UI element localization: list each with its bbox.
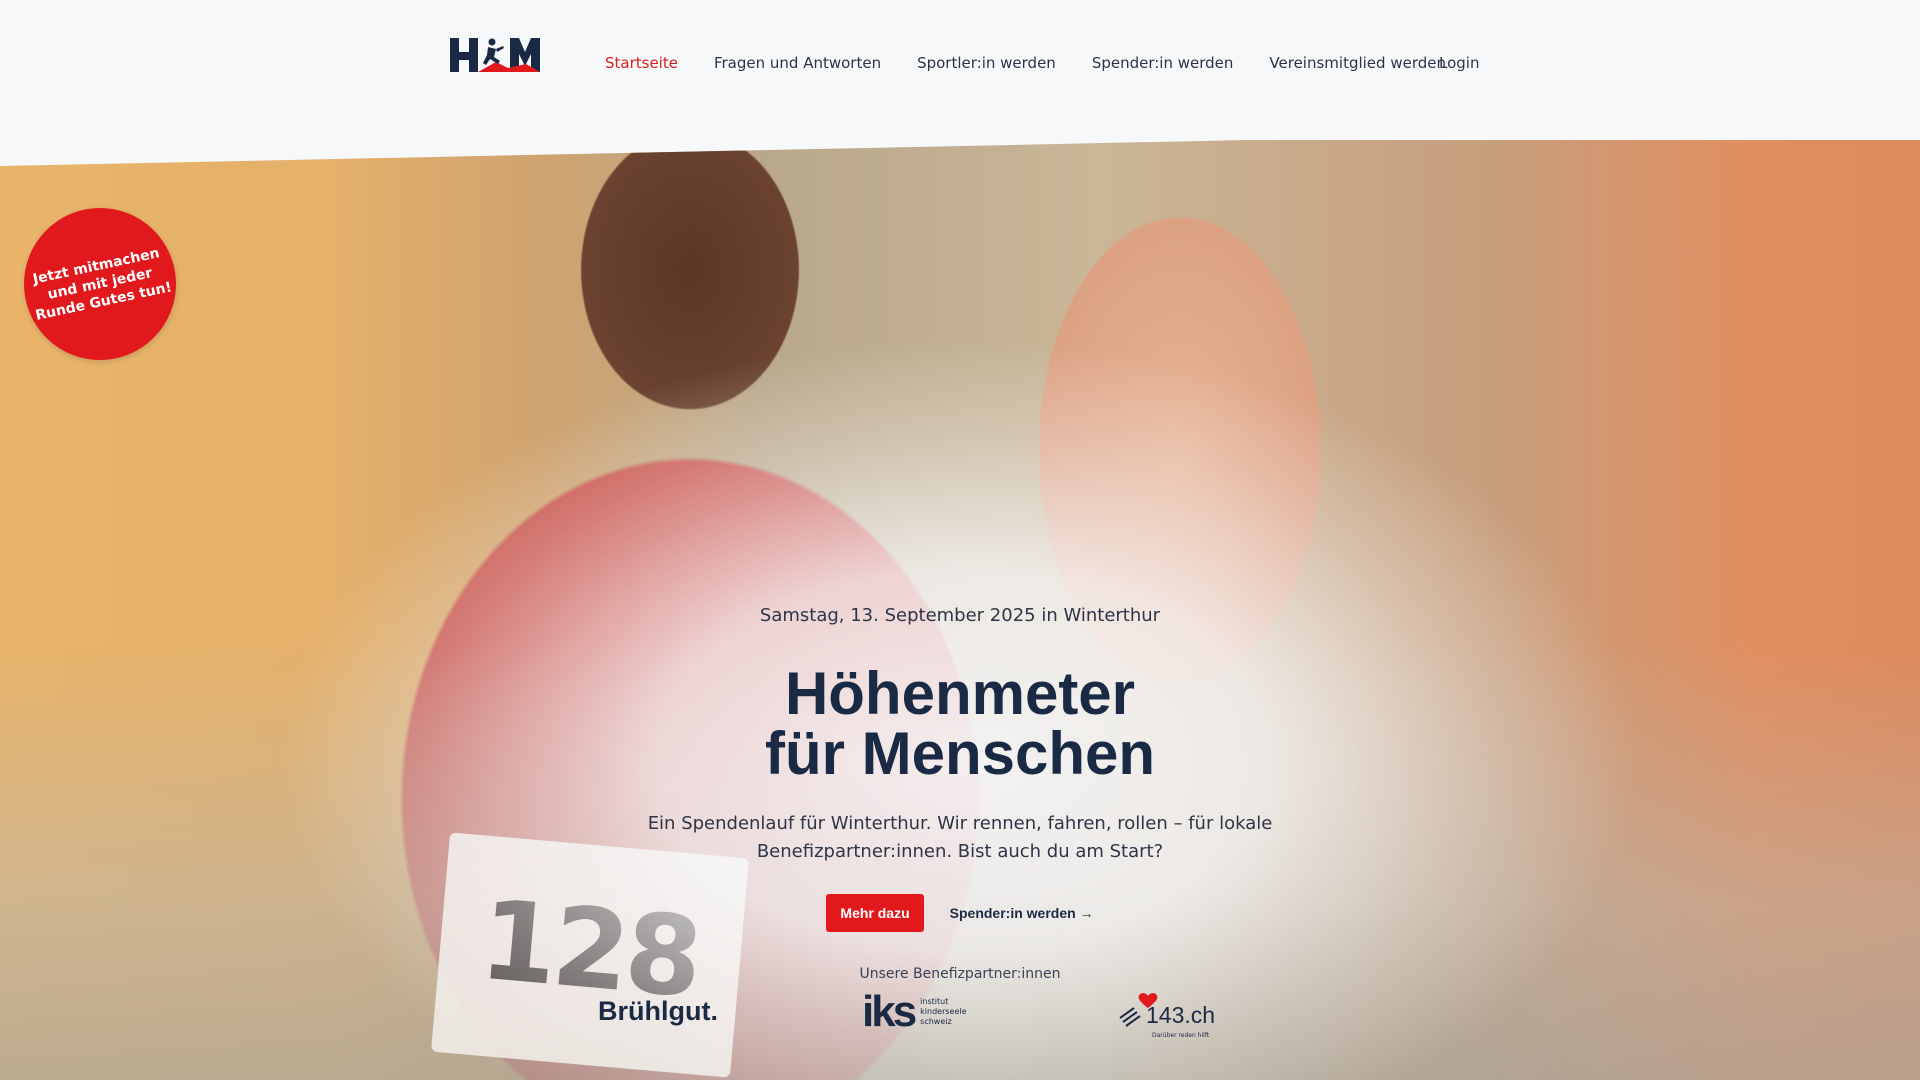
iks-mark: iks <box>862 987 917 1036</box>
partners-label: Unsere Benefizpartner:innen <box>859 966 1061 982</box>
hero-lead: Ein Spendenlauf für Winterthur. Wir renn… <box>560 810 1360 866</box>
hero-title-line: für Menschen <box>764 720 1156 787</box>
partner-logo-bruehlgut[interactable]: Brühlgut. <box>598 996 718 1027</box>
nav-item-spender[interactable]: Spender:in werden <box>1092 54 1234 72</box>
hero-title-line: Höhenmeter <box>784 660 1136 727</box>
nav-item-faq[interactable]: Fragen und Antworten <box>714 54 881 72</box>
hero-content: Samstag, 13. September 2025 in Winterthu… <box>560 605 1360 982</box>
spender-werden-link[interactable]: Spender:in werden → <box>950 905 1094 921</box>
hero-title: Höhenmeter für Menschen <box>560 664 1360 784</box>
nav-item-verein[interactable]: Vereinsmitglied werden <box>1269 54 1446 72</box>
main-nav: Startseite Fragen und Antworten Sportler… <box>605 54 1446 72</box>
mehr-dazu-button[interactable]: Mehr dazu <box>826 894 924 932</box>
partner-logo-143[interactable]: 143.ch Darüber reden hilft <box>1118 990 1218 1042</box>
event-date: Samstag, 13. September 2025 in Winterthu… <box>759 605 1161 626</box>
p143-tagline: Darüber reden hilft <box>1152 1032 1210 1039</box>
svg-text:HfM: HfM <box>448 74 450 76</box>
partner-logo-iks[interactable]: iks institut kinderseele schweiz <box>862 990 967 1034</box>
nav-item-startseite[interactable]: Startseite <box>605 54 678 72</box>
hero-actions: Mehr dazu Spender:in werden → <box>560 894 1360 932</box>
nav-item-sportler[interactable]: Sportler:in werden <box>917 54 1056 72</box>
hero-lead-line: Ein Spendenlauf für Winterthur. Wir renn… <box>647 813 1273 834</box>
hero-lead-line: Benefizpartner:innen. Bist auch du am St… <box>756 841 1164 862</box>
site-logo[interactable]: HfM <box>448 34 542 76</box>
login-link[interactable]: Login <box>1439 54 1479 72</box>
site-header: HfM Startseite Fragen und Antworten Spor… <box>0 0 1920 140</box>
iks-subtitle: institut kinderseele schweiz <box>920 997 967 1026</box>
p143-name: 143.ch <box>1146 1002 1216 1028</box>
